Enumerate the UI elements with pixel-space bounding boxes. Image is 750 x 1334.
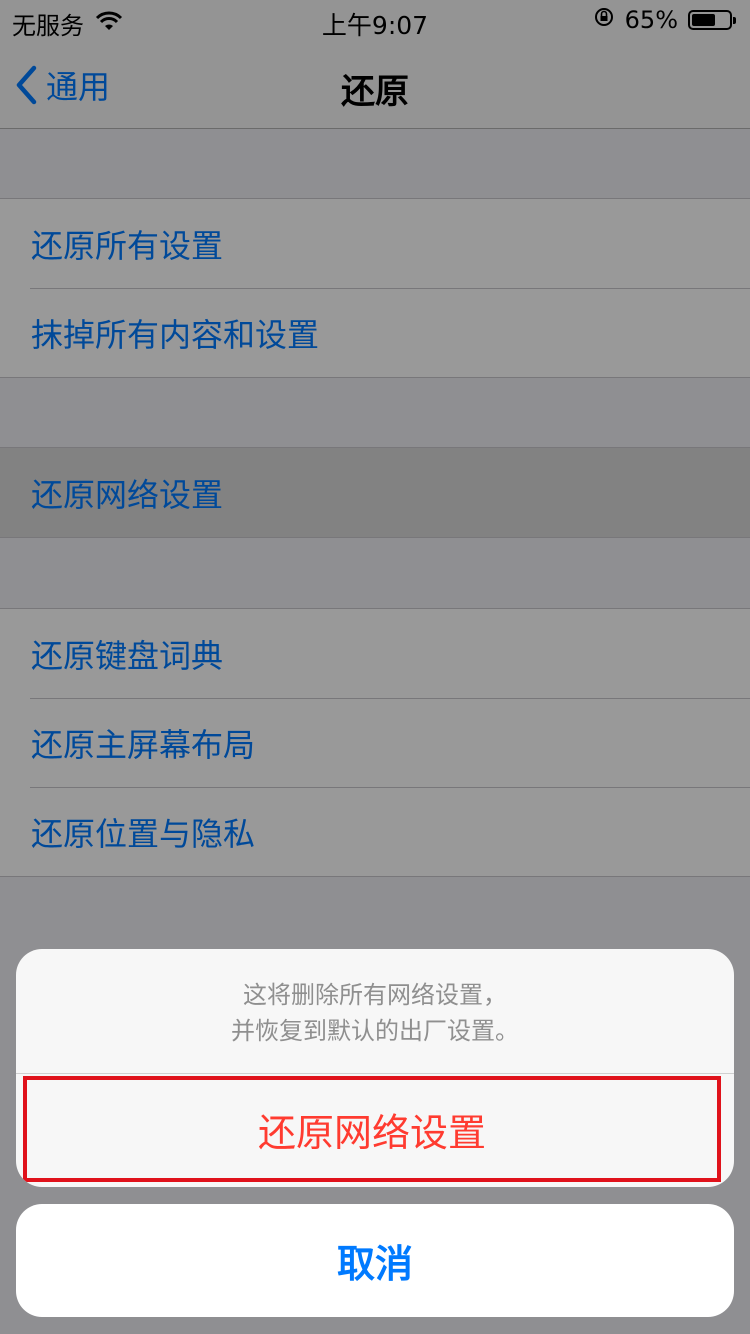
- reset-network-settings-button[interactable]: 还原网络设置: [23, 1076, 721, 1182]
- action-sheet-message-line1: 这将删除所有网络设置，: [243, 981, 507, 1009]
- divider: [16, 1073, 734, 1074]
- action-sheet: 这将删除所有网络设置， 并恢复到默认的出厂设置。 还原网络设置: [16, 949, 734, 1187]
- action-sheet-message: 这将删除所有网络设置， 并恢复到默认的出厂设置。: [16, 977, 734, 1049]
- cancel-button[interactable]: 取消: [16, 1204, 734, 1317]
- action-sheet-message-line2: 并恢复到默认的出厂设置。: [231, 1017, 519, 1045]
